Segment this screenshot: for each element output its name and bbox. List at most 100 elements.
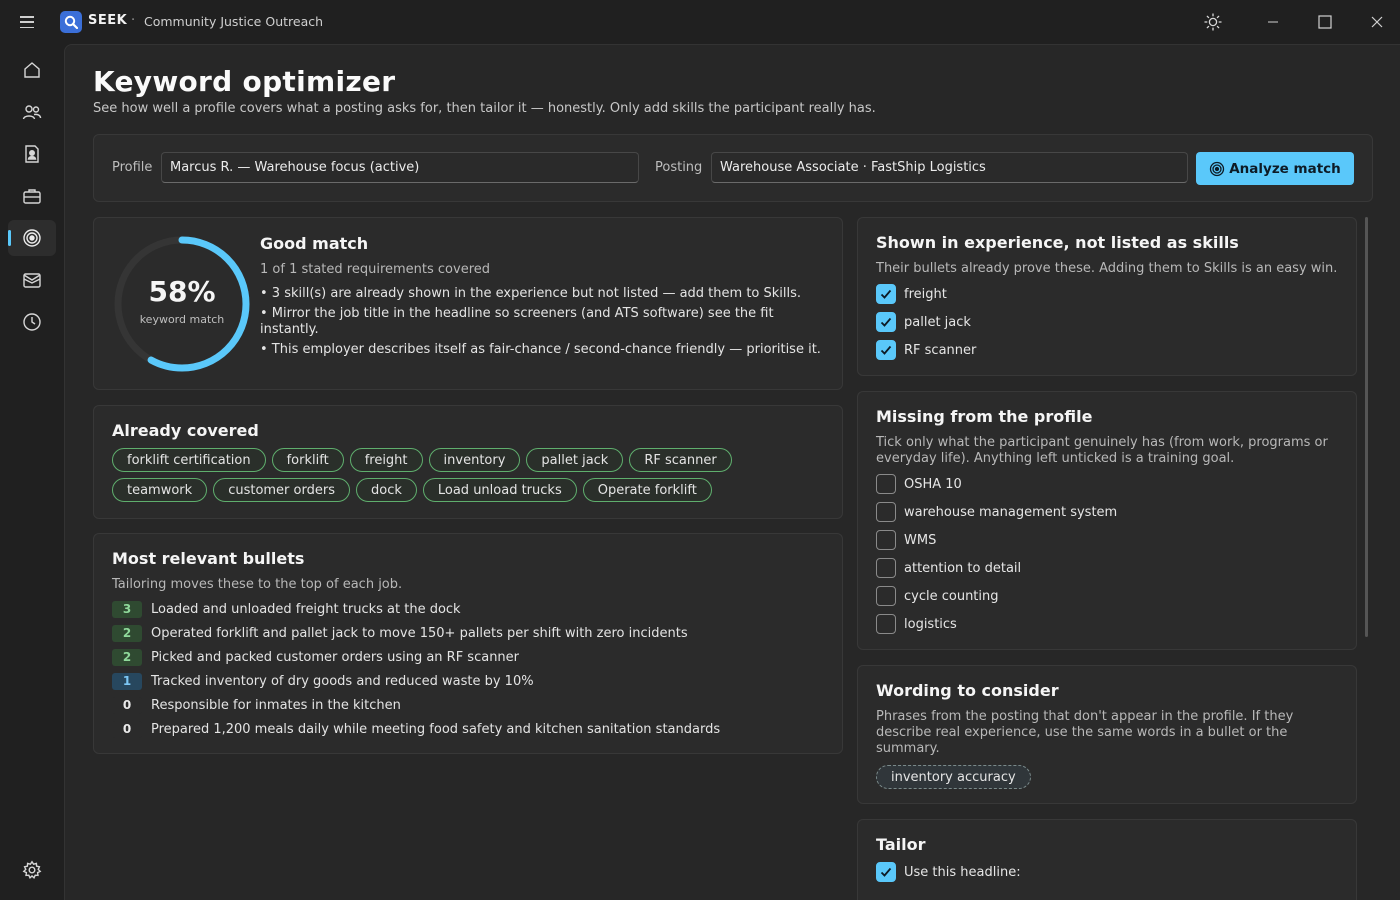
bullet-row: 2 Picked and packed customer orders using…: [112, 648, 519, 666]
wording-title: Wording to consider: [876, 681, 1059, 700]
analyze-match-label: Analyze match: [1229, 160, 1341, 177]
checkbox-checked[interactable]: [876, 284, 896, 304]
nav-keyword-optimizer[interactable]: [8, 220, 56, 256]
relevant-title: Most relevant bullets: [112, 549, 305, 568]
home-icon: [24, 62, 40, 78]
posting-label: Posting: [655, 160, 703, 175]
skill-chip: forklift: [271, 448, 344, 472]
covered-title: Already covered: [112, 421, 259, 440]
checkbox-unchecked[interactable]: [876, 558, 896, 578]
bullet-text: Responsible for inmates in the kitchen: [151, 697, 401, 713]
shown-not-listed-card: Shown in experience, not listed as skill…: [857, 217, 1357, 376]
skill-chip: freight: [349, 448, 423, 472]
bullet-text: Tracked inventory of dry goods and reduc…: [151, 673, 534, 689]
bullet-text: Loaded and unloaded freight trucks at th…: [151, 601, 461, 617]
posting-select[interactable]: Warehouse Associate · FastShip Logistics: [711, 152, 1188, 183]
skill-chip: teamwork: [112, 478, 208, 502]
shown-title: Shown in experience, not listed as skill…: [876, 233, 1239, 252]
bullet-text: Operated forklift and pallet jack to mov…: [151, 625, 688, 641]
checkbox-label: Use this headline:: [904, 864, 1021, 880]
nav-profiles[interactable]: [8, 136, 56, 172]
clock-icon: [23, 313, 41, 331]
target-icon: [23, 229, 41, 247]
relevant-bullets-card: Most relevant bullets Tailoring moves th…: [93, 533, 843, 754]
match-bullet: • This employer describes itself as fair…: [260, 342, 821, 357]
headline-checkbox-row[interactable]: Use this headline:: [876, 862, 1021, 882]
missing-skills-card: Missing from the profile Tick only what …: [857, 391, 1357, 650]
analyze-match-button[interactable]: Analyze match: [1196, 152, 1354, 185]
skill-checkbox-row[interactable]: logistics: [876, 614, 957, 634]
checkbox-label: RF scanner: [904, 342, 977, 358]
wording-desc: Phrases from the posting that don't appe…: [876, 709, 1294, 756]
nav-inbox[interactable]: [8, 262, 56, 298]
skill-chip: Load unload trucks: [422, 478, 577, 502]
match-summary: 1 of 1 stated requirements covered: [260, 262, 491, 277]
profile-document-icon: [25, 145, 39, 163]
checkbox-label: pallet jack: [904, 314, 971, 330]
skill-checkbox-row[interactable]: WMS: [876, 530, 936, 550]
relevant-desc: Tailoring moves these to the top of each…: [112, 577, 403, 592]
checkbox-unchecked[interactable]: [876, 530, 896, 550]
close-icon[interactable]: [1363, 8, 1391, 36]
skill-checkbox-row[interactable]: warehouse management system: [876, 502, 1117, 522]
skill-checkbox-row[interactable]: OSHA 10: [876, 474, 962, 494]
checkbox-checked[interactable]: [876, 312, 896, 332]
checkbox-checked[interactable]: [876, 862, 896, 882]
skill-chip: inventory: [428, 448, 521, 472]
theme-toggle-icon[interactable]: [1199, 8, 1227, 36]
skill-chip: pallet jack: [526, 448, 624, 472]
relevance-score: 1: [112, 672, 142, 690]
title-separator: ·: [131, 13, 136, 28]
bullet-row: 1 Tracked inventory of dry goods and redu…: [112, 672, 534, 690]
bullet-text: Picked and packed customer orders using …: [151, 649, 520, 665]
maximize-icon[interactable]: [1311, 8, 1339, 36]
nav-history[interactable]: [8, 304, 56, 340]
skill-checkbox-row[interactable]: freight: [876, 284, 947, 304]
skill-checkbox-row[interactable]: RF scanner: [876, 340, 976, 360]
match-percent-label: keyword match: [139, 313, 225, 326]
checkbox-unchecked[interactable]: [876, 614, 896, 634]
profile-select[interactable]: Marcus R. — Warehouse focus (active): [161, 152, 639, 183]
mail-icon: [23, 273, 41, 288]
nav-settings[interactable]: [8, 852, 56, 888]
skill-chip: dock: [355, 478, 417, 502]
nav-participants[interactable]: [8, 94, 56, 130]
match-bullet: • 3 skill(s) are already shown in the ex…: [260, 286, 802, 301]
tailor-card: Tailor Use this headline:: [857, 819, 1357, 900]
checkbox-unchecked[interactable]: [876, 502, 896, 522]
skill-checkbox-row[interactable]: cycle counting: [876, 586, 999, 606]
checkbox-unchecked[interactable]: [876, 586, 896, 606]
relevance-score: 2: [112, 624, 142, 642]
relevance-score: 0: [112, 720, 142, 738]
menu-icon[interactable]: [18, 14, 36, 30]
checkbox-label: OSHA 10: [904, 476, 962, 492]
title-bar: SEEK · Community Justice Outreach: [0, 0, 1400, 44]
bullet-row: 3 Loaded and unloaded freight trucks at t…: [112, 600, 461, 618]
nav-home[interactable]: [8, 52, 56, 88]
skill-checkbox-row[interactable]: attention to detail: [876, 558, 1021, 578]
bullet-row: 2 Operated forklift and pallet jack to mo…: [112, 624, 688, 642]
phrase-chip[interactable]: inventory accuracy: [876, 765, 1031, 789]
checkbox-checked[interactable]: [876, 340, 896, 360]
bullet-row: 0 Prepared 1,200 meals daily while meetin…: [112, 720, 720, 738]
organization-name: Community Justice Outreach: [144, 14, 324, 29]
bullet-row: 0 Responsible for inmates in the kitchen: [112, 696, 401, 714]
relevance-score: 0: [112, 696, 142, 714]
page-title: Keyword optimizer: [93, 65, 396, 98]
target-icon: [1210, 161, 1225, 176]
checkbox-label: cycle counting: [904, 588, 999, 604]
nav-jobs[interactable]: [8, 178, 56, 214]
checkbox-label: warehouse management system: [904, 504, 1118, 520]
scrollbar[interactable]: [1365, 217, 1368, 637]
checkbox-unchecked[interactable]: [876, 474, 896, 494]
minimize-icon[interactable]: [1259, 8, 1287, 36]
already-covered-card: Already covered forklift certification f…: [93, 405, 843, 519]
match-summary-card: 58% keyword match Good match 1 of 1 stat…: [93, 217, 843, 390]
profile-label: Profile: [112, 160, 153, 175]
page-subtitle: See how well a profile covers what a pos…: [93, 101, 876, 116]
missing-desc: Tick only what the participant genuinely…: [876, 435, 1328, 466]
match-percent: 58%: [148, 275, 216, 308]
match-bullet: • Mirror the job title in the headline s…: [260, 306, 774, 337]
skill-checkbox-row[interactable]: pallet jack: [876, 312, 971, 332]
checkbox-label: attention to detail: [904, 560, 1022, 576]
